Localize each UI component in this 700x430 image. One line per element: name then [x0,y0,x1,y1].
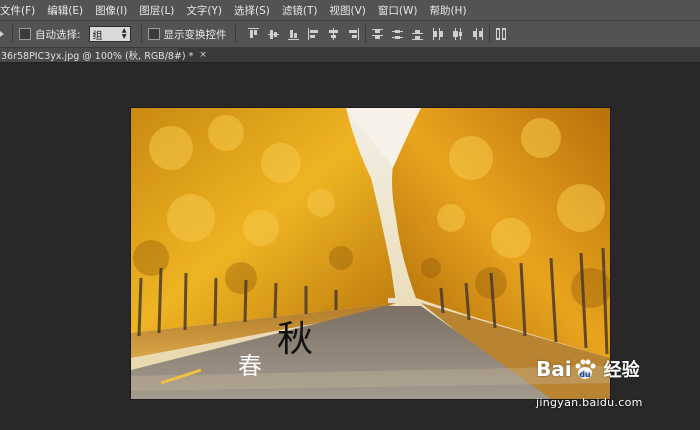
menu-filter[interactable]: 滤镜(T) [276,3,324,18]
menu-image[interactable]: 图像(I) [89,3,133,18]
distribute-right-icon[interactable] [472,28,483,40]
menu-view[interactable]: 视图(V) [323,3,371,18]
align-right-icon[interactable] [348,28,359,40]
options-bar: 自动选择: 组 ▲ ▼ 显示变换控件 [0,21,700,48]
baidu-logo: Bai du 经验 [536,356,640,382]
close-icon[interactable]: × [199,50,207,60]
auto-select-checkbox[interactable] [19,28,31,40]
menu-help[interactable]: 帮助(H) [423,3,472,18]
distribute-hcenter-icon[interactable] [452,28,463,40]
show-transform-label: 显示变换控件 [163,28,227,41]
auto-select-dropdown[interactable]: 组 ▲ ▼ [88,26,131,42]
tool-preset-arrow-icon[interactable] [0,29,6,39]
document-tab[interactable]: 36r58PIC3yx.jpg @ 100% (秋, RGB/8#) * × [0,48,207,62]
document-tab-bar: 36r58PIC3yx.jpg @ 100% (秋, RGB/8#) * × [0,48,700,63]
baidu-paw-icon: du [575,359,596,379]
baidu-jingyan-watermark: Bai du 经验 jingyan.baidu.com [536,352,700,418]
menu-edit[interactable]: 编辑(E) [41,3,89,18]
align-buttons [247,28,359,40]
document-tab-title: 36r58PIC3yx.jpg @ 100% (秋, RGB/8#) * [1,51,194,62]
auto-align-icon[interactable] [495,28,507,40]
separator [488,25,490,43]
separator [364,25,366,43]
text-layer-chun[interactable]: 春 [238,346,262,381]
show-transform-checkbox[interactable] [147,28,160,40]
align-vcenter-icon[interactable] [267,28,279,40]
baidu-logo-bai: Bai [536,357,572,381]
distribute-top-icon[interactable] [371,28,383,40]
menu-window[interactable]: 窗口(W) [372,3,424,18]
distribute-left-icon[interactable] [432,28,443,40]
menu-select[interactable]: 选择(S) [228,3,276,18]
distribute-vcenter-icon[interactable] [391,28,403,40]
auto-select-label: 自动选择: [35,28,81,41]
align-left-icon[interactable] [307,28,319,40]
separator [234,25,236,43]
workspace: 春 秋 Bai du 经验 jingyan.baidu.com [0,63,700,430]
align-bottom-icon[interactable] [287,28,299,40]
menu-type[interactable]: 文字(Y) [180,3,228,18]
separator [12,25,13,43]
menu-bar: 文件(F) 编辑(E) 图像(I) 图层(L) 文字(Y) 选择(S) 滤镜(T… [0,0,700,21]
dropdown-arrows-icon: ▲ ▼ [121,27,127,40]
svg-text:du: du [579,370,591,379]
align-top-icon[interactable] [247,28,259,40]
distribute-bottom-icon[interactable] [411,28,423,40]
menu-layer[interactable]: 图层(L) [133,3,180,18]
separator [140,25,142,43]
auto-select-value: 组 [92,30,103,42]
menu-file[interactable]: 文件(F) [0,3,41,18]
text-layer-qiu[interactable]: 秋 [277,310,313,362]
watermark-url: jingyan.baidu.com [536,396,643,409]
baidu-logo-jingyan: 经验 [603,360,640,381]
align-hcenter-icon[interactable] [328,28,339,40]
distribute-buttons [371,28,483,40]
